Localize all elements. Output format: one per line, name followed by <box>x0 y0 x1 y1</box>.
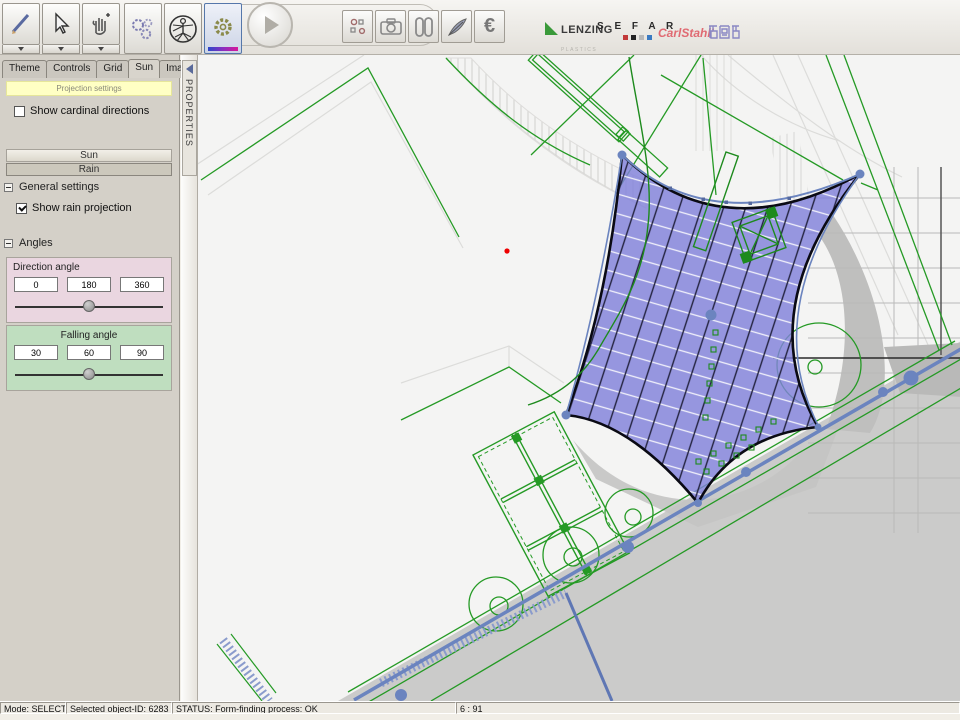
general-settings-label: General settings <box>19 181 99 193</box>
cursor-dropdown[interactable] <box>42 45 80 54</box>
cad-scene <box>198 55 960 701</box>
slider-thumb[interactable] <box>83 368 95 380</box>
falling-angle-max-input[interactable] <box>120 345 164 360</box>
cardinal-directions-checkbox[interactable] <box>14 106 25 117</box>
stylized-wordmark-logo <box>708 24 740 40</box>
chevron-down-icon <box>98 47 104 51</box>
gear-icon <box>210 16 236 42</box>
status-selected-object: Selected object-ID: 6283 <box>66 702 172 714</box>
sun-mode-button[interactable]: Sun <box>6 149 172 162</box>
show-rain-projection-row[interactable]: Show rain projection <box>16 202 132 214</box>
red-marker-dot <box>504 248 509 253</box>
angles-section[interactable]: Angles <box>4 237 53 249</box>
collapse-minus-icon[interactable] <box>4 183 13 192</box>
lenzing-triangle-icon <box>545 22 558 35</box>
chevron-down-icon <box>58 47 64 51</box>
feather-icon <box>445 15 469 39</box>
binoculars-icon <box>412 15 436 39</box>
collapse-minus-icon[interactable] <box>4 239 13 248</box>
main-toolbar: € LENZING PLASTICS S E F A R CarlStahl’ <box>0 0 960 55</box>
play-icon <box>265 16 279 34</box>
pan-hand-button[interactable] <box>82 3 120 45</box>
node-cluster-button[interactable] <box>342 10 373 43</box>
properties-panel: Theme Controls Grid Sun Images Projectio… <box>0 55 180 701</box>
panel-tab-bar: Theme Controls Grid Sun Images <box>2 60 205 79</box>
direction-angle-min-input[interactable] <box>14 277 58 292</box>
status-ratio: 6 : 91 <box>456 702 960 714</box>
carlstahl-logo: CarlStahl’ <box>658 26 714 40</box>
camera-button[interactable] <box>375 10 406 43</box>
falling-angle-group: Falling angle <box>6 325 172 391</box>
falling-angle-slider[interactable] <box>15 366 163 384</box>
select-cursor-button[interactable] <box>42 3 80 45</box>
settings-gear-button[interactable] <box>204 3 242 54</box>
properties-vertical-label: PROPERTIES <box>184 79 194 147</box>
show-cardinal-directions-row[interactable]: Show cardinal directions <box>14 105 149 117</box>
cad-viewport[interactable] <box>197 55 960 701</box>
falling-angle-label: Falling angle <box>7 326 171 343</box>
sefar-squares <box>623 35 652 40</box>
chevron-down-icon <box>18 47 24 51</box>
carlstahl-text: CarlStahl’ <box>658 26 714 40</box>
human-model-button[interactable] <box>164 3 202 54</box>
tab-controls[interactable]: Controls <box>46 60 97 78</box>
properties-collapse-tab[interactable]: PROPERTIES <box>182 60 197 176</box>
pencil-dropdown[interactable] <box>2 45 40 54</box>
hand-dropdown[interactable] <box>82 45 120 54</box>
cardinal-directions-label: Show cardinal directions <box>30 105 149 117</box>
gears-icon <box>129 15 157 43</box>
angles-label: Angles <box>19 237 53 249</box>
projection-settings-banner: Projection settings <box>6 81 172 96</box>
rain-mode-button[interactable]: Rain <box>6 163 172 176</box>
gear-gradient-bar <box>208 47 238 51</box>
status-mode: Mode: SELECT <box>0 702 66 714</box>
nodes-icon <box>347 16 369 38</box>
vitruvian-man-icon <box>167 13 199 45</box>
direction-angle-slider[interactable] <box>15 298 163 316</box>
draw-pencil-button[interactable] <box>2 3 40 45</box>
pencil-icon <box>8 11 34 37</box>
rain-projection-label: Show rain projection <box>32 202 132 214</box>
currency-euro-button[interactable]: € <box>474 10 505 43</box>
camera-icon <box>379 15 403 39</box>
falling-angle-min-input[interactable] <box>14 345 58 360</box>
tab-grid[interactable]: Grid <box>96 60 129 78</box>
status-process: STATUS: Form-finding process: OK <box>172 702 456 714</box>
boxy-wordmark-icon <box>708 24 740 40</box>
window-bottom-edge <box>0 714 960 720</box>
general-settings-section[interactable]: General settings <box>4 181 99 193</box>
feather-pen-button[interactable] <box>441 10 472 43</box>
euro-icon: € <box>484 15 495 38</box>
play-button[interactable] <box>247 2 293 48</box>
mechanism-gears-button[interactable] <box>124 3 162 54</box>
binoculars-button[interactable] <box>408 10 439 43</box>
application-window: € LENZING PLASTICS S E F A R CarlStahl’ <box>0 0 960 720</box>
direction-angle-value-input[interactable] <box>67 277 111 292</box>
rain-projection-checkbox[interactable] <box>16 203 27 214</box>
falling-angle-value-input[interactable] <box>67 345 111 360</box>
column-hatch <box>693 55 735 151</box>
tab-theme[interactable]: Theme <box>2 60 47 78</box>
direction-angle-group: Direction angle <box>6 257 172 323</box>
hand-icon <box>88 11 114 37</box>
collapse-left-arrow-icon[interactable] <box>185 64 194 73</box>
cursor-icon <box>49 12 73 36</box>
tab-sun[interactable]: Sun <box>128 59 160 78</box>
lenzing-subtext: PLASTICS <box>561 47 597 53</box>
status-bar: Mode: SELECT Selected object-ID: 6283 ST… <box>0 701 960 714</box>
slider-thumb[interactable] <box>83 300 95 312</box>
direction-angle-max-input[interactable] <box>120 277 164 292</box>
direction-angle-label: Direction angle <box>7 258 171 275</box>
